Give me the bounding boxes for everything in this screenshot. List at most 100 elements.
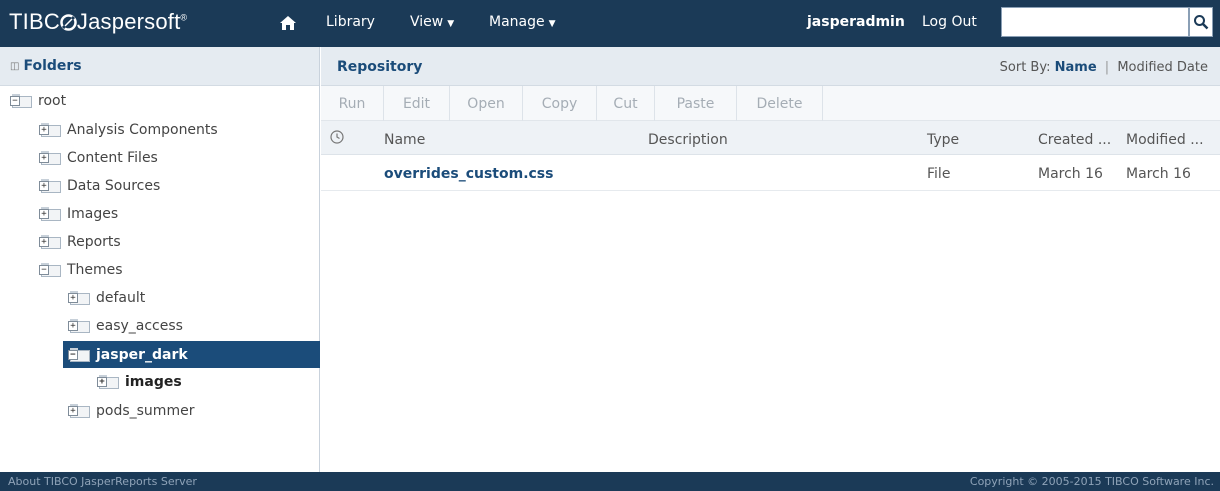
logo-text-part2: Jaspersoft: [76, 9, 181, 34]
folders-header: ◫ Folders: [0, 47, 319, 86]
sort-by-name[interactable]: Name: [1055, 60, 1097, 75]
tree-node-themes[interactable]: − Themes: [39, 258, 123, 282]
about-link[interactable]: About TIBCO JasperReports Server: [8, 475, 197, 488]
nav-library[interactable]: Library: [326, 14, 375, 30]
sort-by-modified-date[interactable]: Modified Date: [1117, 60, 1208, 75]
tree-node-label: pods_summer: [96, 403, 195, 419]
tree-node-label: Images: [67, 206, 119, 222]
column-name[interactable]: Name: [384, 132, 425, 148]
collapse-icon[interactable]: −: [10, 96, 20, 106]
folder-icon: +: [39, 207, 61, 221]
delete-button[interactable]: Delete: [737, 86, 823, 121]
top-bar: TIBC Jaspersoft® Library View ▼ Manage ▼ ja…: [0, 0, 1220, 47]
column-header: Name Description Type Created ... Modifi…: [321, 121, 1220, 155]
folder-icon: −: [10, 94, 32, 108]
folder-icon: +: [68, 404, 90, 418]
logo-reg-mark: ®: [180, 12, 188, 23]
row-modified: March 16: [1126, 166, 1191, 182]
tree-node-label: Reports: [67, 234, 121, 250]
tree-node-label: images: [125, 374, 182, 390]
tree-node-reports[interactable]: + Reports: [39, 230, 121, 254]
chevron-down-icon: ▼: [447, 19, 455, 29]
tree-node-label: Themes: [67, 262, 123, 278]
nav-view-menu[interactable]: View ▼: [410, 14, 454, 30]
tree-node-label: Content Files: [67, 150, 158, 166]
search-input[interactable]: [1001, 7, 1189, 37]
folder-icon: +: [97, 375, 119, 389]
folder-icon: +: [39, 151, 61, 165]
logo: TIBC Jaspersoft®: [9, 9, 187, 35]
folder-icon: +: [39, 123, 61, 137]
tree-node-label: root: [38, 93, 67, 109]
tree-node-content-files[interactable]: + Content Files: [39, 146, 158, 170]
folder-icon: −: [68, 347, 90, 362]
column-description[interactable]: Description: [648, 132, 728, 148]
folder-icon: +: [39, 179, 61, 193]
column-modified[interactable]: Modified ...: [1126, 132, 1204, 148]
repository-header: Repository Sort By: Name | Modified Date: [321, 47, 1220, 86]
tree-node-label: easy_access: [96, 318, 183, 334]
chevron-down-icon: ▼: [548, 19, 556, 29]
paste-button[interactable]: Paste: [655, 86, 737, 121]
column-type[interactable]: Type: [927, 132, 959, 148]
tree-node-images[interactable]: + Images: [39, 202, 118, 226]
edit-button[interactable]: Edit: [384, 86, 450, 121]
tree-node-data-sources[interactable]: + Data Sources: [39, 174, 160, 198]
row-type: File: [927, 166, 951, 182]
expand-icon[interactable]: +: [97, 377, 107, 387]
tree-node-pods-summer[interactable]: + pods_summer: [68, 399, 194, 423]
expand-icon[interactable]: +: [68, 406, 78, 416]
folder-icon: +: [68, 319, 90, 333]
tree-node-label: default: [96, 290, 146, 306]
search-button[interactable]: [1189, 7, 1213, 37]
home-icon[interactable]: [279, 14, 297, 32]
tree-node-label: jasper_dark: [96, 346, 188, 363]
logo-o-mark: [60, 11, 77, 31]
collapse-icon[interactable]: −: [68, 349, 78, 360]
sort-by-label: Sort By:: [999, 60, 1051, 75]
nav-manage-menu[interactable]: Manage ▼: [489, 14, 556, 30]
tree-node-analysis-components[interactable]: + Analysis Components: [39, 118, 218, 142]
table-row[interactable]: overrides_custom.css File March 16 March…: [321, 155, 1220, 191]
run-button[interactable]: Run: [321, 86, 384, 121]
column-created[interactable]: Created ...: [1038, 132, 1111, 148]
logout-link[interactable]: Log Out: [922, 14, 977, 30]
expand-icon[interactable]: +: [68, 293, 78, 303]
expand-icon[interactable]: +: [39, 153, 49, 163]
tree-node-root[interactable]: − root: [10, 89, 66, 113]
folders-panel: ◫ Folders − root + Analysis Components +…: [0, 47, 320, 472]
copy-button[interactable]: Copy: [523, 86, 597, 121]
logo-text-part1: TIBC: [9, 9, 60, 34]
tree-node-easy-access[interactable]: + easy_access: [68, 314, 183, 338]
expand-icon[interactable]: +: [39, 125, 49, 135]
expand-icon[interactable]: +: [39, 181, 49, 191]
tree-node-images-sub[interactable]: + images: [97, 370, 182, 394]
footer: About TIBCO JasperReports Server Copyrig…: [0, 472, 1220, 491]
collapse-panel-icon[interactable]: ◫: [10, 61, 19, 72]
tree-node-label: Analysis Components: [67, 122, 218, 138]
sort-separator: |: [1104, 60, 1110, 75]
row-name[interactable]: overrides_custom.css: [384, 166, 553, 182]
tree-node-label: Data Sources: [67, 178, 161, 194]
copyright-text: Copyright © 2005-2015 TIBCO Software Inc…: [969, 475, 1214, 488]
nav-view-label: View: [410, 14, 444, 30]
row-created: March 16: [1038, 166, 1103, 182]
user-name: jasperadmin: [807, 14, 905, 30]
sort-by: Sort By: Name | Modified Date: [1000, 60, 1208, 75]
tree-node-default[interactable]: + default: [68, 286, 145, 310]
expand-icon[interactable]: +: [39, 209, 49, 219]
folder-icon: −: [39, 263, 61, 277]
cut-button[interactable]: Cut: [597, 86, 655, 121]
collapse-icon[interactable]: −: [39, 265, 49, 275]
expand-icon[interactable]: +: [68, 321, 78, 331]
repository-toolbar: Run Edit Open Copy Cut Paste Delete: [321, 86, 1220, 121]
open-button[interactable]: Open: [450, 86, 523, 121]
folder-icon: +: [39, 235, 61, 249]
tree-node-jasper-dark[interactable]: − jasper_dark: [63, 341, 320, 368]
nav-manage-label: Manage: [489, 14, 545, 30]
folders-title: Folders: [23, 58, 82, 74]
expand-icon[interactable]: +: [39, 237, 49, 247]
folder-icon: +: [68, 291, 90, 305]
search-icon: [1194, 15, 1209, 30]
clock-icon: [330, 130, 344, 144]
